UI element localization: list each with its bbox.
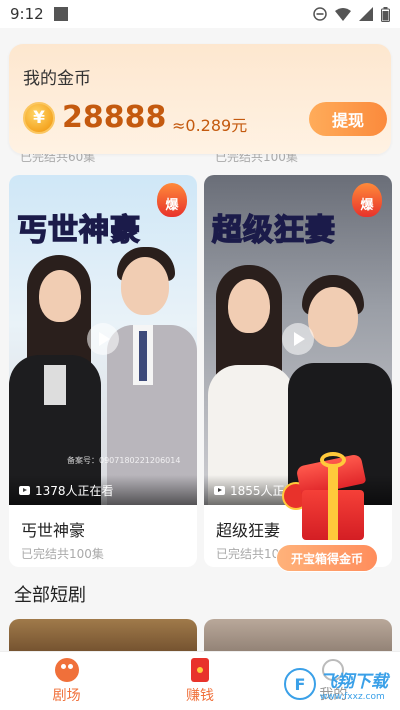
video-icon [19,485,30,495]
watermark-text: 飞翔下载 [320,671,388,692]
play-icon[interactable] [282,323,314,355]
poster-title: 丐世神豪 [16,212,141,249]
drama-name: 超级狂妻 [216,521,281,540]
nav-label: 赚钱 [185,687,214,704]
withdraw-button[interactable]: 提现 [309,102,387,136]
section-title: 全部短剧 [14,585,86,606]
status-bar: 9:12 [0,0,400,28]
status-icons [313,6,390,22]
coin-icon: ¥ [23,102,55,134]
signal-icon [359,7,373,21]
nav-item-earn[interactable]: 赚钱 [133,652,266,710]
watermark: F 飞翔下载 www.fxxz.com [284,664,396,704]
red-envelope-icon [190,657,209,682]
nav-label: 剧场 [52,687,81,704]
nav-item-theater[interactable]: 剧场 [0,652,133,710]
drama-card[interactable]: 丐世神豪 爆 备案号：0907180221206014 1378人正在看 丐世神… [9,175,197,567]
battery-icon [381,6,390,22]
coin-card-title: 我的金币 [23,69,91,89]
watching-text: 1378人正在看 [35,483,114,498]
drama-name: 丐世神豪 [21,521,86,540]
wifi-icon [335,7,351,21]
play-icon[interactable] [87,323,119,355]
drama-poster[interactable]: 丐世神豪 爆 备案号：0907180221206014 1378人正在看 [9,175,197,505]
hot-badge: 爆 [157,183,187,217]
hot-badge: 爆 [352,183,382,217]
dnd-icon [313,7,327,21]
watching-count: 1378人正在看 [9,475,197,505]
coin-card: 我的金币 ¥ 28888 ≈0.289元 提现 [9,44,391,154]
coin-rmb-value: ≈0.289元 [172,116,248,135]
watermark-url: www.fxxz.com [320,691,385,702]
notification-icon [53,7,68,21]
coin-amount: 28888 [62,100,167,135]
drama-meta: 已完结共100集 [21,547,104,561]
watermark-logo-icon: F [284,668,316,700]
filing-number: 备案号：0907180221206014 [67,456,181,465]
open-chest-button[interactable]: 开宝箱得金币 [276,544,378,572]
drama-icon [54,657,79,682]
status-time: 9:12 [10,5,44,23]
video-icon [214,485,225,495]
poster-title: 超级狂妻 [211,212,336,249]
